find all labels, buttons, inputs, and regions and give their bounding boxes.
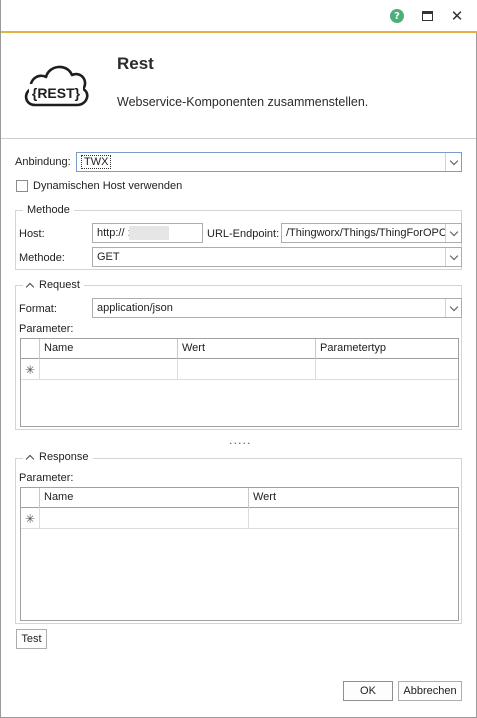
help-button[interactable]: ?: [387, 6, 407, 26]
format-dropdown-button[interactable]: [445, 299, 461, 317]
request-group-title: Request: [39, 279, 80, 291]
method-value: GET: [97, 251, 120, 263]
column-header[interactable]: Wert: [178, 339, 316, 359]
row-indicator-header: [21, 488, 40, 508]
new-row[interactable]: ✳: [21, 359, 458, 380]
rest-cloud-logo: {REST}: [24, 65, 89, 107]
host-label: Host:: [19, 228, 45, 240]
collapse-chevron-icon: [25, 282, 35, 291]
logo-text: {REST}: [32, 85, 81, 101]
collapse-chevron-icon: [25, 454, 35, 463]
new-row-star-icon: ✳: [21, 359, 40, 380]
request-params-grid[interactable]: Name Wert Parametertyp ✳: [20, 338, 459, 427]
new-row-name-cell[interactable]: [40, 508, 249, 529]
response-grid-header: Name Wert: [21, 488, 458, 508]
request-params-label: Parameter:: [19, 323, 74, 335]
cancel-button[interactable]: Abbrechen: [398, 681, 462, 701]
endpoint-label: URL-Endpoint:: [207, 228, 280, 240]
title-bar: ? ✕: [1, 0, 477, 33]
dynamic-host-label: Dynamischen Host verwenden: [33, 180, 183, 192]
new-row[interactable]: ✳: [21, 508, 458, 529]
binding-value: TWX: [81, 155, 112, 169]
new-row-star-icon: ✳: [21, 508, 40, 529]
chevron-down-icon: [449, 302, 458, 311]
method-label: Methode:: [19, 252, 65, 264]
request-group-header[interactable]: Request: [23, 279, 84, 291]
column-header[interactable]: Parametertyp: [316, 339, 458, 359]
format-combo[interactable]: application/json: [92, 298, 462, 318]
maximize-icon: [421, 11, 433, 21]
dialog-description: Webservice-Komponenten zusammenstellen.: [117, 95, 369, 109]
chevron-down-icon: [449, 156, 458, 165]
dialog-window: ? ✕ {REST} Rest Webservice-Komponenten z…: [0, 0, 477, 718]
method-dropdown-button[interactable]: [445, 248, 461, 266]
response-group-header[interactable]: Response: [23, 451, 93, 463]
response-group-title: Response: [39, 451, 89, 463]
binding-combo[interactable]: TWX: [76, 152, 462, 172]
new-row-type-cell[interactable]: [316, 359, 458, 380]
binding-label: Anbindung:: [15, 156, 71, 168]
endpoint-combo[interactable]: /Thingworx/Things/ThingForOPC: [281, 223, 462, 243]
endpoint-value: /Thingworx/Things/ThingForOPC: [286, 227, 447, 239]
method-group-title-text: Methode: [27, 204, 70, 216]
dynamic-host-checkbox[interactable]: [16, 180, 28, 192]
dialog-header: {REST} Rest Webservice-Komponenten zusam…: [1, 35, 476, 139]
binding-dropdown-button[interactable]: [445, 153, 461, 171]
request-grid-header: Name Wert Parametertyp: [21, 339, 458, 359]
method-combo[interactable]: GET: [92, 247, 462, 267]
response-params-label: Parameter:: [19, 472, 74, 484]
host-redaction: [129, 226, 169, 240]
chevron-down-icon: [449, 251, 458, 260]
close-button[interactable]: ✕: [447, 6, 467, 26]
response-params-grid[interactable]: Name Wert ✳: [20, 487, 459, 621]
new-row-name-cell[interactable]: [40, 359, 178, 380]
column-header[interactable]: Name: [40, 488, 249, 508]
new-row-value-cell[interactable]: [249, 508, 458, 529]
format-label: Format:: [19, 303, 57, 315]
chevron-down-icon: [449, 227, 458, 236]
splitter-handle[interactable]: .....: [229, 434, 251, 447]
ok-button[interactable]: OK: [343, 681, 393, 701]
maximize-button[interactable]: [417, 6, 437, 26]
help-icon: ?: [390, 9, 404, 23]
row-indicator-header: [21, 339, 40, 359]
endpoint-dropdown-button[interactable]: [445, 224, 461, 242]
format-value: application/json: [97, 302, 173, 314]
close-icon: ✕: [450, 6, 464, 25]
column-header[interactable]: Name: [40, 339, 178, 359]
test-button[interactable]: Test: [16, 629, 47, 649]
dialog-title: Rest: [117, 54, 154, 73]
column-header[interactable]: Wert: [249, 488, 458, 508]
method-group-title: Methode: [23, 204, 74, 216]
new-row-value-cell[interactable]: [178, 359, 316, 380]
